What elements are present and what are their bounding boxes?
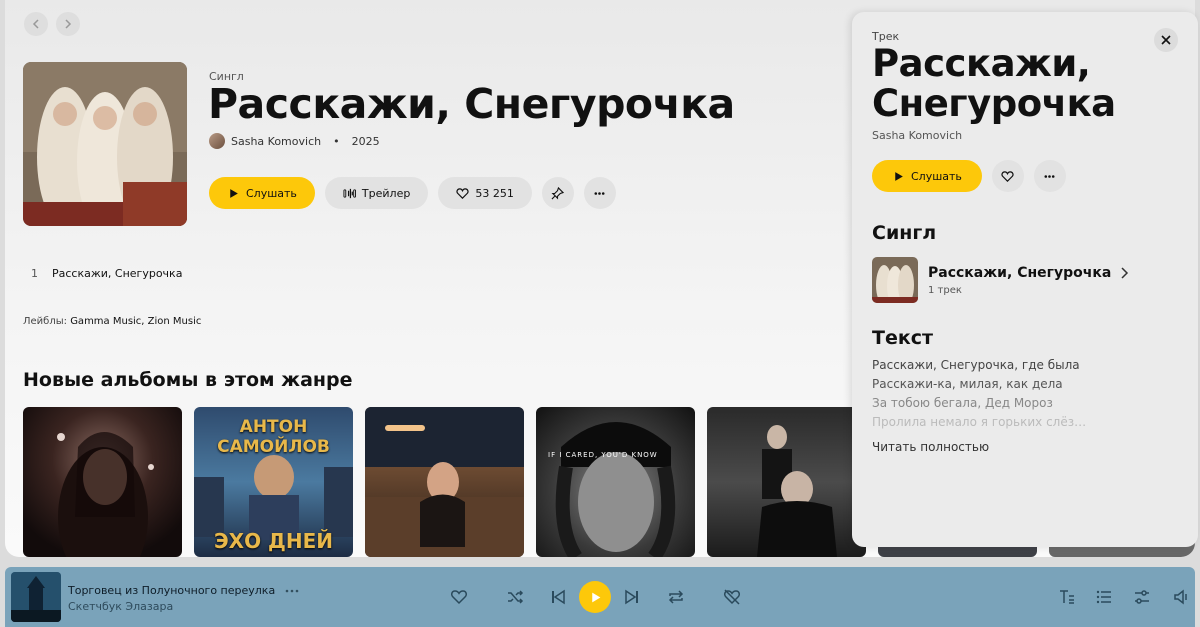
page-title: Расскажи, Снегурочка — [208, 80, 735, 128]
genre-album-card[interactable] — [365, 407, 524, 557]
labels-prefix: Лейблы: — [23, 316, 67, 327]
read-full-lyrics-link[interactable]: Читать полностью — [872, 440, 989, 454]
genre-section-title[interactable]: Новые альбомы в этом жанре — [23, 369, 353, 391]
volume-button[interactable] — [1169, 585, 1193, 609]
shuffle-icon — [508, 590, 524, 604]
previous-icon — [552, 589, 565, 605]
album-cover-caption: IF I CARED, YOU'D KNOW — [548, 451, 658, 459]
single-thumbnail — [872, 257, 918, 303]
labels-names[interactable]: Gamma Music, Zion Music — [70, 316, 201, 327]
lyrics-preview: Расскажи, Снегурочка, где была Расскажи-… — [872, 356, 1086, 432]
panel-title: Расскажи, Снегурочка — [872, 42, 1116, 125]
play-icon — [895, 171, 903, 181]
genre-album-card[interactable]: АНТОН САМОЙЛОВ ЭХО ДНЕЙ — [194, 407, 353, 557]
lyrics-line: Пролила немало я горьких слёз… — [872, 415, 1087, 429]
now-playing-track[interactable]: Торговец из Полуночного переулка — [68, 584, 275, 597]
panel-lyrics-heading: Текст — [872, 327, 934, 349]
more-dots-icon — [1044, 174, 1055, 178]
pin-icon — [551, 186, 565, 199]
like-button[interactable]: 53 251 — [438, 177, 532, 209]
player-like-button[interactable] — [447, 585, 471, 609]
panel-more-button[interactable] — [1033, 160, 1066, 192]
more-dots-icon — [594, 191, 605, 195]
trailer-label: Трейлер — [361, 186, 411, 200]
heart-icon — [1001, 170, 1015, 182]
back-button[interactable] — [24, 12, 48, 36]
forward-button[interactable] — [56, 12, 80, 36]
release-year: 2025 — [351, 134, 380, 148]
next-button[interactable] — [620, 585, 644, 609]
shuffle-button[interactable] — [503, 585, 527, 609]
panel-artist-link[interactable]: Sasha Komovich — [872, 129, 962, 142]
play-icon — [591, 592, 600, 602]
lyrics-button[interactable] — [1055, 585, 1079, 609]
chevron-right-icon — [65, 19, 72, 29]
queue-icon — [1096, 590, 1111, 604]
heart-icon — [450, 590, 468, 605]
artist-avatar[interactable] — [209, 133, 225, 149]
settings-button[interactable] — [1130, 585, 1154, 609]
artist-link[interactable]: Sasha Komovich — [231, 135, 321, 148]
panel-listen-button[interactable]: Слушать — [872, 160, 982, 192]
labels-line: Лейблы: Gamma Music, Zion Music — [23, 316, 201, 327]
track-title[interactable]: Расскажи, Снегурочка — [52, 267, 182, 280]
repeat-button[interactable] — [664, 585, 688, 609]
play-icon — [230, 188, 238, 198]
play-button[interactable] — [579, 581, 611, 613]
genre-album-card[interactable] — [707, 407, 866, 557]
lyrics-line: Расскажи, Снегурочка, где была — [872, 358, 1080, 372]
genre-album-card[interactable] — [23, 407, 182, 557]
track-row[interactable]: 1 Расскажи, Снегурочка — [31, 267, 182, 280]
pin-button[interactable] — [541, 177, 574, 209]
now-playing-cover[interactable] — [11, 572, 61, 622]
listen-button[interactable]: Слушать — [209, 177, 315, 209]
lyrics-icon — [1060, 590, 1074, 604]
lyrics-line: Расскажи-ка, милая, как дела — [872, 377, 1063, 391]
next-icon — [625, 589, 638, 605]
now-playing-artist[interactable]: Скетчбук Элазара — [68, 600, 173, 613]
repeat-icon — [668, 590, 684, 604]
chevron-right-icon — [1121, 266, 1129, 279]
album-cover-subtitle: ЭХО ДНЕЙ — [213, 529, 333, 553]
queue-button[interactable] — [1092, 585, 1116, 609]
meta-separator: • — [333, 134, 340, 148]
single-track-count: 1 трек — [928, 284, 962, 296]
album-meta: Sasha Komovich • 2025 — [209, 133, 380, 149]
track-side-panel: Трек Расскажи, Снегурочка Sasha Komovich… — [852, 12, 1198, 547]
player-bar: Торговец из Полуночного переулка Скетчбу… — [5, 567, 1195, 627]
dislike-button[interactable] — [720, 585, 744, 609]
panel-listen-label: Слушать — [911, 169, 962, 183]
chevron-left-icon — [32, 19, 39, 29]
more-dots-icon[interactable] — [285, 588, 299, 594]
panel-like-button[interactable] — [991, 160, 1024, 192]
listen-label: Слушать — [246, 186, 297, 200]
trailer-button[interactable]: Трейлер — [324, 177, 429, 209]
waveform-icon — [343, 188, 356, 198]
heart-off-icon — [723, 589, 741, 605]
previous-button[interactable] — [546, 585, 570, 609]
now-playing-title: Торговец из Полуночного переулка — [68, 584, 299, 597]
track-number: 1 — [31, 267, 38, 280]
panel-actions: Слушать — [872, 160, 1066, 192]
panel-single-heading: Сингл — [872, 222, 937, 244]
single-title-link[interactable]: Расскажи, Снегурочка — [928, 265, 1129, 281]
heart-icon — [456, 187, 469, 199]
lyrics-line: За тобою бегала, Дед Мороз — [872, 396, 1053, 410]
more-button[interactable] — [583, 177, 616, 209]
genre-album-card[interactable]: IF I CARED, YOU'D KNOW — [536, 407, 695, 557]
album-cover — [23, 62, 187, 226]
volume-icon — [1174, 589, 1187, 605]
panel-single-card[interactable]: Расскажи, Снегурочка 1 трек — [872, 257, 1129, 303]
like-count: 53 251 — [475, 186, 514, 200]
single-title: Расскажи, Снегурочка — [928, 264, 1112, 281]
sliders-icon — [1135, 590, 1149, 604]
album-actions: Слушать Трейлер 53 251 — [209, 177, 616, 209]
